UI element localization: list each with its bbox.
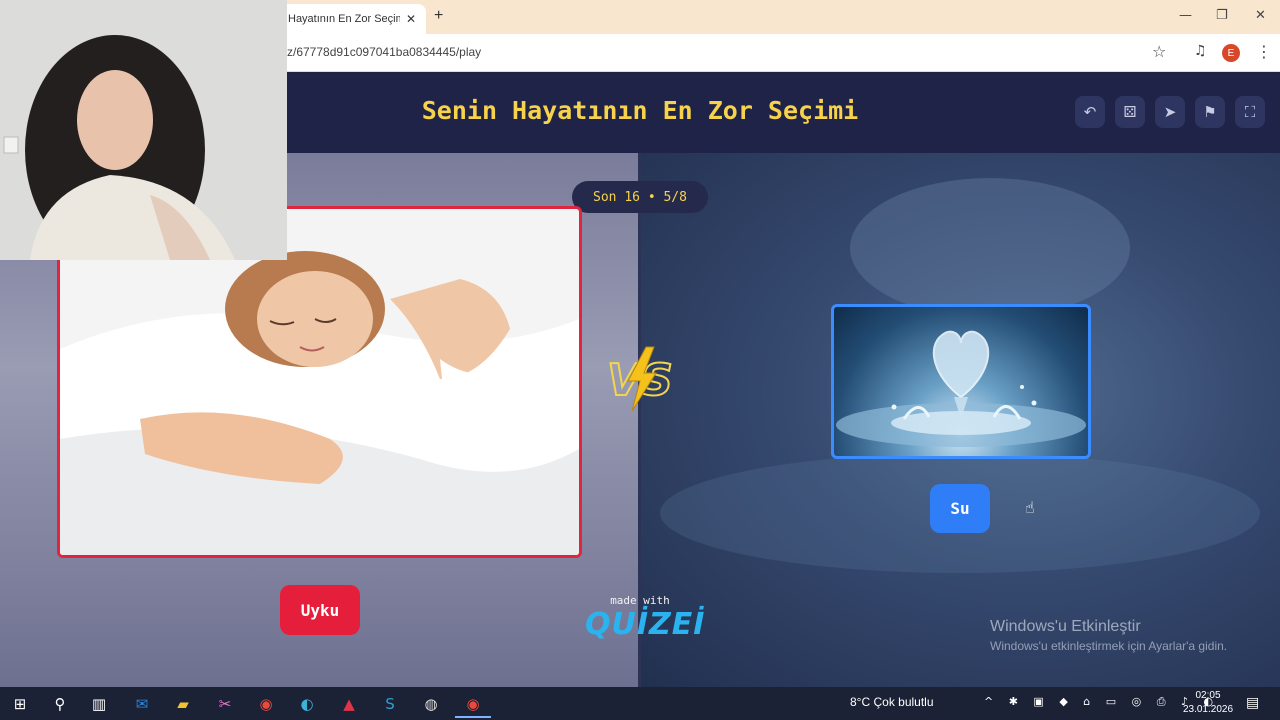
browser-tab[interactable]: Hayatının En Zor Seçimi ✕ <box>280 4 426 34</box>
activation-watermark-subtitle: Windows'u etkinleştirmek için Ayarlar'a … <box>990 639 1228 653</box>
snipping-icon[interactable]: ✂ <box>213 692 237 716</box>
windows-start-icon[interactable]: ⊞ <box>8 692 32 716</box>
outlook-icon[interactable]: ✉ <box>130 692 154 716</box>
webcam-person-image <box>0 0 287 260</box>
chrome-active-icon[interactable]: ◉ <box>461 692 485 716</box>
edge-icon[interactable]: ◐ <box>295 692 319 716</box>
profile-avatar[interactable]: E <box>1222 44 1240 62</box>
activation-watermark-title: Windows'u Etkinleştir <box>990 618 1141 635</box>
webcam-overlay <box>0 0 287 260</box>
share-icon[interactable]: ➤ <box>1155 96 1185 128</box>
undo-icon[interactable]: ↶ <box>1075 96 1105 128</box>
report-flag-icon[interactable]: ⚑ <box>1195 96 1225 128</box>
bookmark-star-icon[interactable]: ☆ <box>1152 42 1166 61</box>
hand-cursor-icon: ☝ <box>1025 498 1035 517</box>
media-control-icon[interactable]: ♫ <box>1194 43 1207 59</box>
weather-widget[interactable]: 8°C Çok bulutlu <box>850 695 934 709</box>
sway-icon[interactable]: S <box>378 692 402 716</box>
new-tab-button[interactable]: + <box>434 7 443 25</box>
tab-title: Hayatının En Zor Seçimi <box>288 13 400 25</box>
task-view-icon[interactable]: ▥ <box>87 692 111 716</box>
brand-logo[interactable]: QUİZEİ <box>585 607 704 642</box>
obs-icon[interactable]: ◍ <box>419 692 443 716</box>
water-image-card[interactable] <box>831 304 1091 459</box>
choose-right-button[interactable]: Su <box>930 484 990 533</box>
access-icon[interactable]: ▲ <box>337 692 361 716</box>
round-indicator: Son 16 • 5/8 <box>572 181 708 213</box>
window-minimize-button[interactable]: — <box>1179 8 1192 23</box>
sleep-image <box>60 209 579 555</box>
kebab-menu-icon[interactable]: ⋮ <box>1256 42 1272 61</box>
search-icon[interactable]: ⚲ <box>48 692 72 716</box>
active-app-indicator <box>455 716 491 718</box>
clock-time[interactable]: 02:05 <box>1186 690 1230 701</box>
window-maximize-button[interactable]: ❐ <box>1216 8 1228 23</box>
file-explorer-icon[interactable]: ▰ <box>171 692 195 716</box>
dice-icon[interactable]: ⚄ <box>1115 96 1145 128</box>
choose-left-button[interactable]: Uyku <box>280 585 360 635</box>
clock-date[interactable]: 23.01.2026 <box>1182 704 1234 715</box>
screen: Hayatının En Zor Seçimi ✕ + — ❐ ✕ z/6777… <box>0 0 1280 720</box>
vs-icon: VS <box>606 346 674 412</box>
fullscreen-icon[interactable]: ⛶ <box>1235 96 1265 128</box>
notification-center-icon[interactable]: ▤ <box>1246 695 1259 711</box>
window-close-button[interactable]: ✕ <box>1255 8 1266 23</box>
url-field[interactable]: z/67778d91c097041ba0834445/play <box>287 45 481 59</box>
made-with-label: made with <box>610 594 670 607</box>
chrome-icon[interactable]: ◉ <box>254 692 278 716</box>
water-heart-image <box>836 330 1086 447</box>
tab-close-icon[interactable]: ✕ <box>406 12 416 26</box>
